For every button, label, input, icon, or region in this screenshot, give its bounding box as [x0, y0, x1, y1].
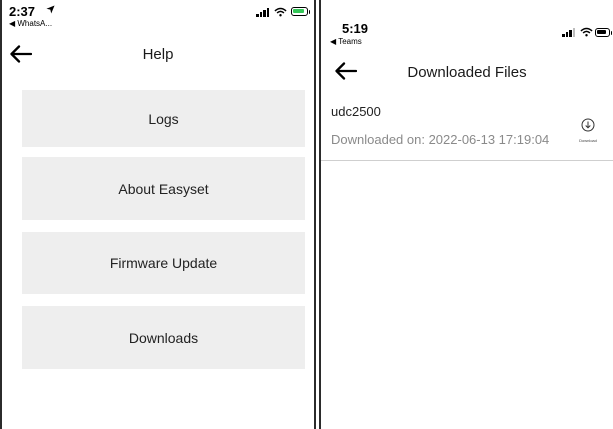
- battery-charging-icon: [291, 7, 310, 16]
- help-screen: 2:37 ◀ WhatsA... Help Logs About Easyset…: [0, 0, 316, 429]
- downloaded-files-screen: 5:19 ◀ Teams Downloaded Files udc2500 Do…: [319, 0, 613, 429]
- back-to-app-link[interactable]: ◀ WhatsA...: [9, 19, 52, 28]
- status-time: 5:19: [342, 21, 369, 36]
- battery-icon: [595, 28, 612, 37]
- logs-button[interactable]: Logs: [22, 90, 305, 147]
- about-easyset-button[interactable]: About Easyset: [22, 157, 305, 220]
- download-label: Download: [579, 138, 597, 143]
- file-download-date: Downloaded on: 2022-06-13 17:19:04: [331, 132, 550, 147]
- firmware-update-button[interactable]: Firmware Update: [22, 232, 305, 294]
- file-name: udc2500: [331, 104, 381, 119]
- download-icon: [581, 118, 595, 132]
- back-to-app-link[interactable]: ◀ Teams: [330, 37, 362, 46]
- status-time: 2:37: [9, 4, 36, 19]
- cellular-signal-icon: [256, 7, 269, 17]
- location-arrow-icon: [46, 5, 55, 14]
- nav-bar: Help: [2, 38, 314, 72]
- nav-bar: Downloaded Files: [321, 57, 613, 91]
- status-bar: 5:19 ◀ Teams: [321, 0, 613, 46]
- wifi-icon: [274, 7, 287, 17]
- wifi-icon: [580, 27, 593, 37]
- downloads-button[interactable]: Downloads: [22, 306, 305, 369]
- cellular-signal-icon: [562, 27, 575, 37]
- file-list-item: udc2500 Downloaded on: 2022-06-13 17:19:…: [321, 94, 613, 161]
- page-title: Help: [142, 46, 174, 63]
- page-title: Downloaded Files: [407, 64, 527, 81]
- download-file-button[interactable]: Download: [578, 118, 598, 144]
